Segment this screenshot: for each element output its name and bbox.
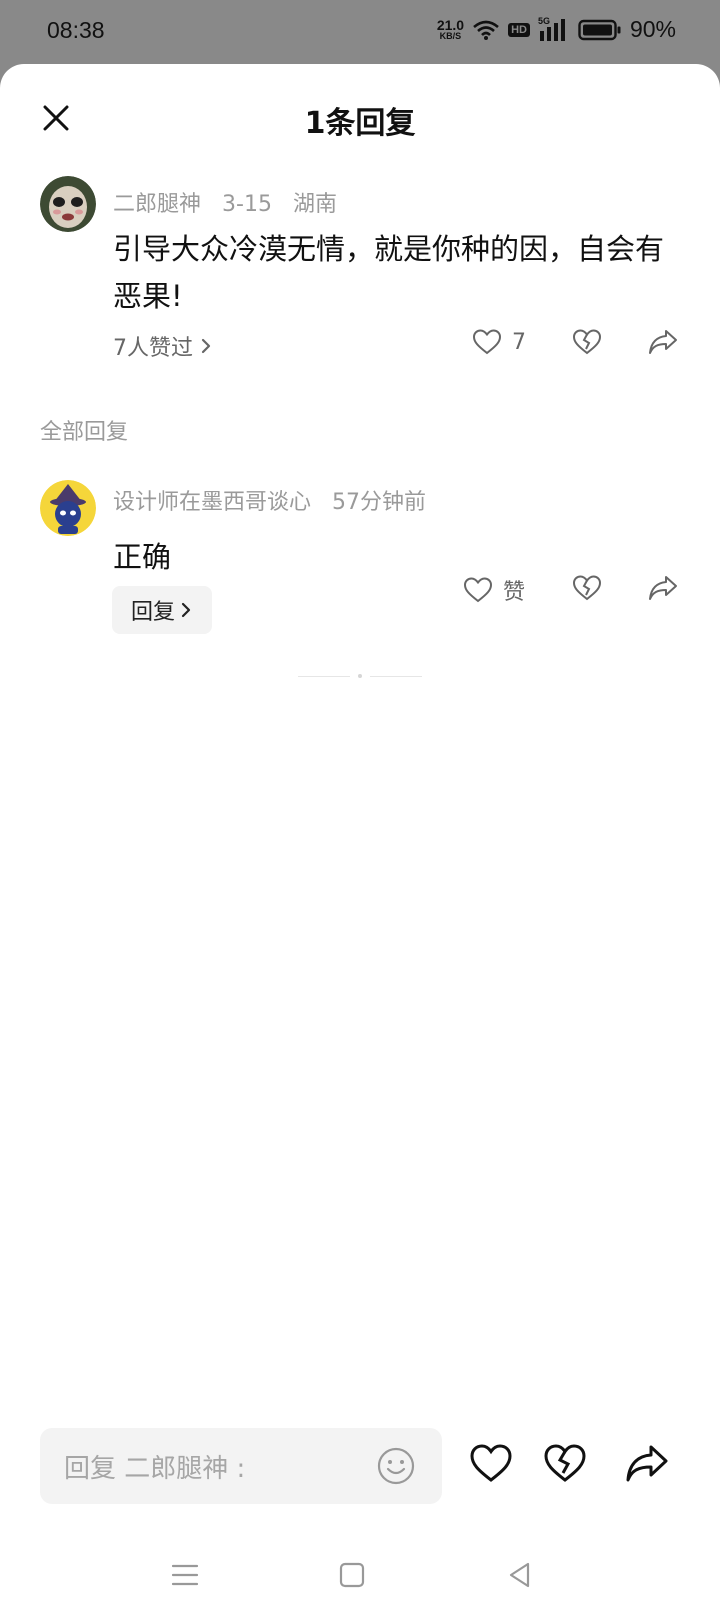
like-button[interactable]: 7: [472, 328, 526, 356]
share-icon[interactable]: [625, 1442, 669, 1486]
reply-button-label: 回复: [130, 600, 175, 625]
heart-icon: [472, 329, 502, 355]
system-nav-bar: [0, 1544, 720, 1612]
reply-composer: 回复 二郎腿神 :: [0, 1424, 720, 1514]
battery-icon: [578, 19, 621, 40]
network-speed: 21.0 KB/S: [437, 18, 464, 41]
like-count: 7: [512, 329, 526, 355]
dislike-icon[interactable]: [572, 574, 602, 602]
reply-username[interactable]: 设计师在墨西哥谈心: [113, 490, 311, 515]
network-speed-unit: KB/S: [439, 31, 462, 41]
status-indicators: 21.0 KB/S HD 5G 90%: [437, 16, 676, 43]
chevron-right-icon: [181, 602, 191, 618]
comment-text: 引导大众冷漠无情，就是你种的因，自会有恶果!: [113, 232, 665, 313]
chevron-right-icon: [201, 338, 211, 354]
status-time: 08:38: [47, 17, 105, 43]
dislike-icon[interactable]: [572, 328, 602, 356]
share-icon[interactable]: [648, 574, 678, 602]
comment-meta: 二郎腿神 3-15 湖南: [113, 186, 351, 218]
reply-input[interactable]: 回复 二郎腿神 :: [40, 1428, 442, 1504]
sheet-header: 1条回复: [0, 64, 720, 174]
battery-percent: 90%: [629, 16, 676, 42]
reply-button[interactable]: 回复: [112, 586, 212, 634]
reply-text: 正确: [113, 540, 172, 574]
like-label: 赞: [503, 580, 526, 605]
replies-sheet: 1条回复 二郎腿神 3-15 湖南 引导大众冷漠无情，就是你种的因，自会有恶果!…: [0, 64, 720, 1612]
all-replies-label: 全部回复: [40, 420, 129, 445]
comment-date: 3-15: [222, 192, 272, 217]
likers-text: 7人赞过: [113, 336, 193, 361]
wifi-icon: [473, 20, 499, 40]
status-bar: 08:38 21.0 KB/S HD 5G 90%: [0, 0, 720, 64]
list-end-divider: [298, 674, 422, 678]
share-icon[interactable]: [648, 328, 678, 356]
avatar[interactable]: [40, 176, 96, 232]
home-icon[interactable]: [337, 1560, 367, 1590]
dislike-icon[interactable]: [543, 1442, 587, 1486]
emoji-icon[interactable]: [376, 1446, 416, 1486]
reply-time: 57分钟前: [332, 490, 427, 515]
network-speed-value: 21.0: [436, 17, 465, 33]
likers-link[interactable]: 7人赞过: [113, 330, 213, 362]
heart-icon: [463, 577, 493, 603]
sheet-title: 1条回复: [304, 106, 416, 141]
back-icon[interactable]: [505, 1560, 535, 1590]
hd-icon: HD: [508, 22, 530, 37]
comment-location: 湖南: [292, 192, 337, 217]
avatar[interactable]: [40, 480, 96, 536]
heart-icon[interactable]: [469, 1442, 513, 1486]
menu-icon[interactable]: [170, 1560, 200, 1590]
signal-icon: 5G: [538, 16, 570, 41]
reply-input-placeholder: 回复 二郎腿神 :: [64, 1453, 246, 1484]
comment-username[interactable]: 二郎腿神: [113, 192, 201, 217]
like-button[interactable]: 赞: [463, 574, 525, 606]
reply-meta: 设计师在墨西哥谈心 57分钟前: [113, 484, 440, 516]
